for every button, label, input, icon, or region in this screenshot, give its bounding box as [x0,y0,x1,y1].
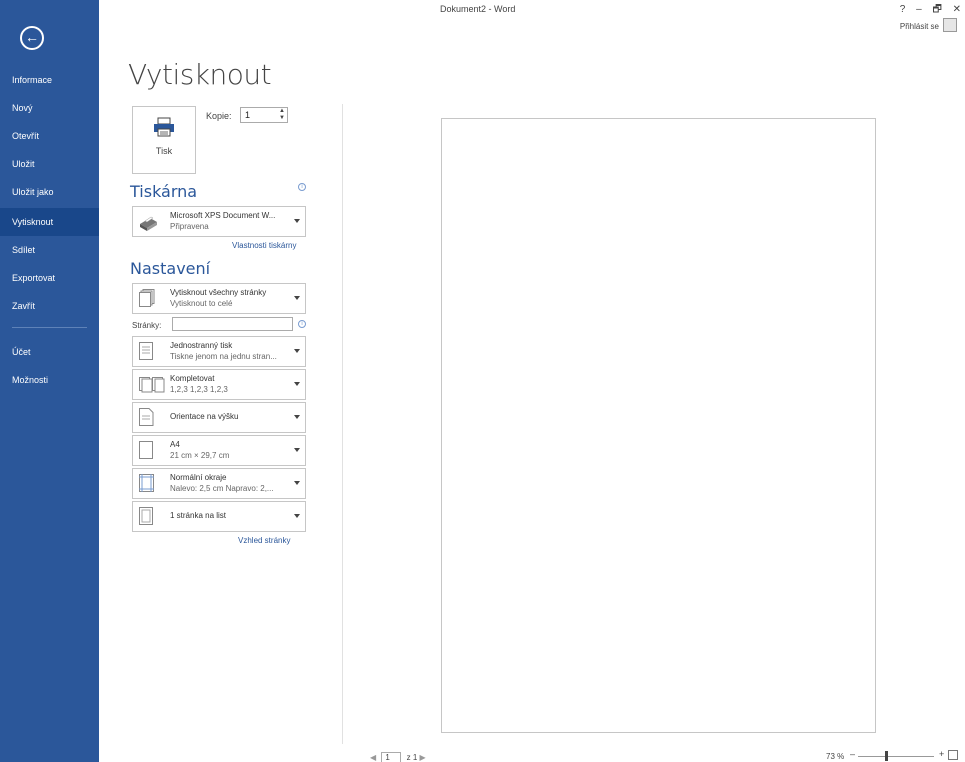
portrait-icon [139,408,154,426]
printer-properties-link[interactable]: Vlastnosti tiskárny [232,241,296,250]
nav-item-info[interactable]: Informace [0,66,99,94]
collate-icon [139,377,165,393]
back-button[interactable]: ← [20,26,44,50]
margins-label: Normální okraje [170,473,227,482]
printer-icon [154,117,174,137]
nav-item-export[interactable]: Exportovat [0,264,99,292]
single-sided-icon [139,342,153,360]
copies-value: 1 [245,110,251,120]
orientation-dropdown[interactable]: Orientace na výšku [132,402,306,433]
printer-dropdown[interactable]: Microsoft XPS Document W... Připravena [132,206,306,237]
chevron-down-icon [294,415,300,419]
collate-label: Kompletovat [170,374,215,383]
zoom-slider-thumb[interactable] [885,751,888,761]
page-count: z 1 [406,753,418,762]
duplex-desc: Tiskne jenom na jednu stran... [170,352,277,361]
signin-link[interactable]: Přihlásit se [900,22,939,31]
chevron-down-icon [294,481,300,485]
page-number-input[interactable]: 1 [381,752,402,762]
duplex-dropdown[interactable]: Jednostranný tisk Tiskne jenom na jednu … [132,336,306,367]
pages-per-sheet-label: 1 stránka na list [170,511,227,520]
window-controls: ? – 🗗 ✕ [892,2,961,19]
back-arrow-icon: ← [25,29,39,45]
nav-item-account[interactable]: Účet [0,338,99,366]
print-preview-page [441,118,876,733]
pages-label: Stránky: [132,321,162,330]
all-pages-icon [139,289,155,307]
print-range-label: Vytisknout všechny stránky [170,288,267,297]
page-navigator: ◀ 1 z 1 ▶ [370,752,426,762]
chevron-down-icon [294,382,300,386]
pages-input[interactable] [172,317,293,331]
close-button[interactable]: ✕ [953,4,961,15]
chevron-down-icon [294,349,300,353]
spinner-arrows-icon[interactable]: ▲ ▼ [279,108,285,122]
chevron-down-icon [294,514,300,518]
chevron-down-icon [294,448,300,452]
collate-dropdown[interactable]: Kompletovat 1,2,3 1,2,3 1,2,3 [132,369,306,400]
paper-size-icon [139,441,153,459]
nav-item-open[interactable]: Otevřít [0,122,99,150]
nav-item-close[interactable]: Zavřít [0,292,99,320]
page-title: Vytisknout [128,58,272,91]
print-range-desc: Vytisknout to celé [170,299,233,308]
printer-name: Microsoft XPS Document W... [170,211,276,220]
pages-per-sheet-icon [139,507,153,525]
copies-stepper[interactable]: 1 ▲ ▼ [240,107,288,123]
duplex-label: Jednostranný tisk [170,341,233,350]
printer-status: Připravena [170,222,209,231]
zoom-in-button[interactable]: + [939,749,944,759]
prev-page-icon[interactable]: ◀ [370,753,376,762]
settings-heading: Nastavení [130,259,211,278]
nav-item-share[interactable]: Sdílet [0,236,99,264]
paper-size-desc: 21 cm × 29,7 cm [170,451,230,460]
backstage-sidebar: ← Informace Nový Otevřít Uložit Uložit j… [0,0,99,762]
avatar-icon[interactable] [943,18,957,32]
nav-separator [12,327,87,328]
restore-button[interactable]: 🗗 [932,2,941,19]
minimize-button[interactable]: – [916,4,922,15]
pages-per-sheet-dropdown[interactable]: 1 stránka na list [132,501,306,532]
orientation-label: Orientace na výšku [170,412,239,421]
print-range-dropdown[interactable]: Vytisknout všechny stránky Vytisknout to… [132,283,306,314]
zoom-slider[interactable] [858,756,934,757]
chevron-down-icon [294,296,300,300]
help-button[interactable]: ? [900,4,906,15]
copies-label: Kopie: [206,111,232,121]
page-setup-link[interactable]: Vzhled stránky [238,536,290,545]
zoom-level[interactable]: 73 % [826,752,844,761]
margins-dropdown[interactable]: Normální okraje Nalevo: 2,5 cm Napravo: … [132,468,306,499]
print-button[interactable]: Tisk [132,106,196,174]
nav-item-save-as[interactable]: Uložit jako [0,178,99,206]
window-title: Dokument2 - Word [440,4,516,14]
nav-item-print[interactable]: Vytisknout [0,208,99,236]
print-button-label: Tisk [155,146,173,156]
paper-size-dropdown[interactable]: A4 21 cm × 29,7 cm [132,435,306,466]
info-icon[interactable]: i [298,320,306,328]
collate-desc: 1,2,3 1,2,3 1,2,3 [170,385,228,394]
printer-heading: Tiskárna [130,182,198,201]
nav-item-save[interactable]: Uložit [0,150,99,178]
zoom-to-page-icon[interactable] [948,750,958,760]
paper-size-label: A4 [170,440,180,449]
chevron-down-icon [294,219,300,223]
printer-device-icon [140,216,157,231]
zoom-out-button[interactable]: – [850,749,855,759]
nav-item-new[interactable]: Nový [0,94,99,122]
panel-divider [342,104,343,744]
info-icon[interactable]: i [298,183,306,191]
margins-icon [139,474,154,492]
next-page-icon[interactable]: ▶ [420,753,426,762]
margins-desc: Nalevo: 2,5 cm Napravo: 2,... [170,484,274,493]
nav-item-options[interactable]: Možnosti [0,366,99,394]
